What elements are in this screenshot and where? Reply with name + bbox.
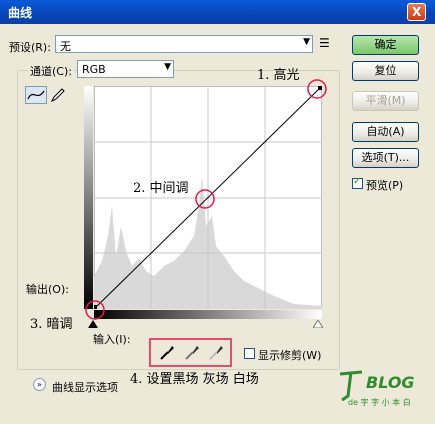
channel-label: 通道(C): [28, 63, 74, 79]
ok-button[interactable]: 确定 [352, 35, 419, 55]
reset-button[interactable]: 复位 [352, 61, 419, 81]
annotation-highlight: 1. 高光 [257, 68, 300, 83]
preset-label: 预设(R): [9, 41, 51, 54]
show-clipping-checkbox[interactable] [244, 348, 255, 359]
preset-value: 无 [60, 40, 71, 53]
close-button[interactable]: X [407, 3, 426, 21]
smooth-button[interactable]: 平滑(M) [352, 91, 419, 111]
preview-label: 预览(P) [366, 179, 404, 192]
annotation-eyedrop: 4. 设置黑场 灰场 白场 [130, 372, 259, 387]
chevron-down-icon: ▼ [303, 37, 310, 47]
output-label: 输出(O): [26, 283, 69, 296]
curve-display-options-label[interactable]: 曲线显示选项 [52, 379, 118, 395]
channel-select[interactable]: RGB ▼ [77, 60, 174, 78]
curves-dialog: 曲线 X 预设(R): 无 ▼ ☰ 确定 复位 平滑(M) 自动(A) 选项(T… [0, 0, 435, 424]
highlight-point [318, 86, 322, 90]
input-label: 输入(I): [93, 333, 131, 346]
pencil-icon[interactable] [49, 86, 67, 104]
white-point-slider[interactable] [313, 320, 323, 328]
black-eyedropper-icon[interactable] [158, 343, 176, 361]
watermark-text: BLOG [366, 373, 415, 392]
preset-select[interactable]: 无 ▼ [55, 35, 313, 53]
watermark-subtext: de 字 字 小 本 白 [348, 398, 411, 407]
curve-graph[interactable] [94, 86, 322, 309]
menu-list-icon[interactable]: ☰ [319, 36, 330, 50]
channel-value: RGB [82, 63, 106, 76]
window-title: 曲线 [8, 6, 33, 20]
chevron-down-icon: ▼ [164, 62, 171, 72]
close-icon: X [412, 5, 422, 19]
shadow-point [94, 305, 97, 309]
annotation-midtone: 2. 中间调 [133, 181, 189, 196]
black-point-slider[interactable] [88, 320, 98, 328]
gray-eyedropper-icon[interactable] [183, 343, 201, 361]
expand-icon[interactable]: » [33, 378, 46, 391]
annotation-shadow: 3. 暗调 [30, 317, 73, 332]
title-bar: 曲线 X [0, 0, 435, 24]
input-gradient-bar [94, 310, 322, 319]
auto-button[interactable]: 自动(A) [352, 122, 419, 142]
white-eyedropper-icon[interactable] [207, 343, 225, 361]
options-button[interactable]: 选项(T)... [352, 148, 419, 168]
curve-tool-icon[interactable] [25, 86, 47, 104]
preview-checkbox[interactable] [352, 176, 363, 189]
show-clipping-label: 显示修剪(W) [258, 349, 322, 362]
output-gradient-bar [84, 86, 93, 309]
